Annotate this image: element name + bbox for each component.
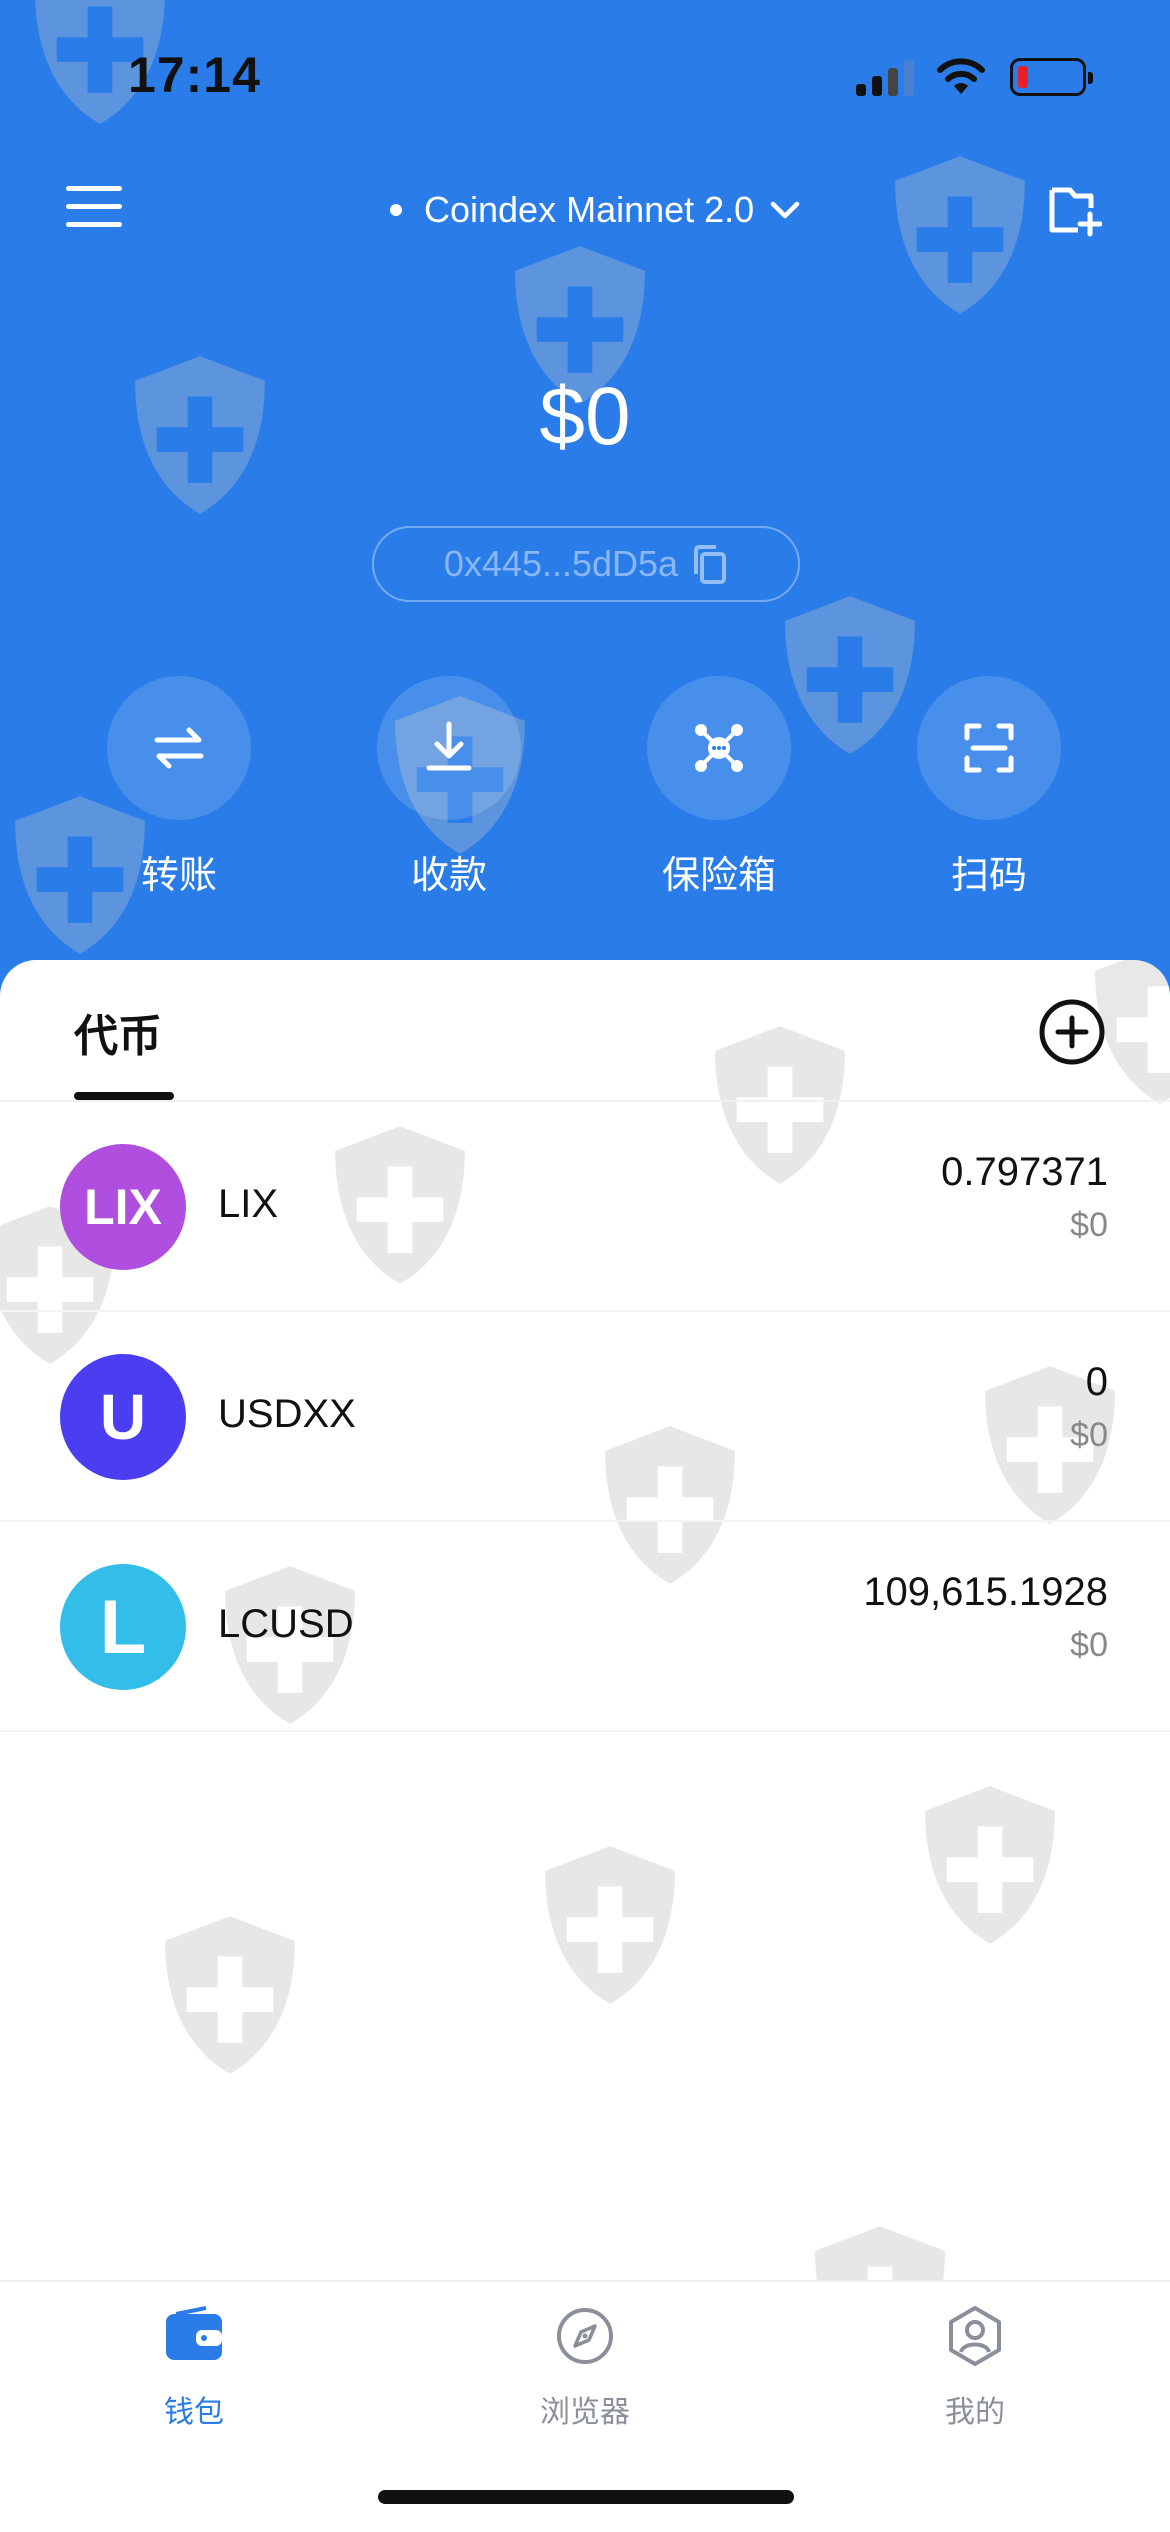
signal-icon	[856, 60, 916, 96]
watermark-shield-icon	[800, 2220, 960, 2280]
tab-tokens[interactable]: 代币	[74, 1000, 162, 1064]
receive-icon	[426, 721, 472, 771]
vault-label: 保险箱	[661, 855, 776, 897]
nav-wallet-label: 钱包	[164, 2396, 224, 2429]
lcusd-logo-icon: L	[60, 1564, 186, 1690]
watermark-shield-icon	[150, 1910, 310, 2080]
tab-active-indicator	[74, 1092, 174, 1100]
watermark-shield-icon	[910, 1780, 1070, 1950]
token-amount: 0.797371	[941, 1150, 1108, 1194]
token-usd-value: $0	[1070, 1206, 1108, 1244]
wallet-icon	[166, 2306, 222, 2360]
nav-profile[interactable]: 我的	[855, 2304, 1095, 2431]
profile-icon	[949, 2306, 1001, 2366]
token-panel: 代币 LIX LIX 0.797371 $0 U USDXX 0 $0 L LC…	[0, 960, 1170, 2280]
token-name: LIX	[218, 1182, 279, 1226]
vault-button[interactable]: 保险箱	[629, 676, 809, 899]
network-name: Coindex Mainnet 2.0	[424, 189, 755, 230]
menu-icon[interactable]	[66, 186, 122, 230]
quick-actions: 转账 收款 保险箱 扫码	[0, 676, 1170, 906]
status-bar: 17:14	[0, 0, 1170, 150]
token-amount: 0	[1085, 1360, 1108, 1404]
scan-button[interactable]: 扫码	[899, 676, 1079, 899]
transfer-label: 转账	[140, 855, 217, 897]
compass-icon	[557, 2308, 613, 2364]
nav-profile-label: 我的	[945, 2396, 1005, 2429]
watermark-shield-icon	[530, 1840, 690, 2010]
scan-icon	[964, 723, 1014, 773]
token-tabs: 代币	[0, 960, 1170, 1102]
vault-icon	[695, 724, 743, 772]
scan-label: 扫码	[950, 855, 1027, 897]
nav-wallet[interactable]: 钱包	[74, 2304, 314, 2431]
battery-icon	[1010, 58, 1093, 96]
token-name: LCUSD	[218, 1602, 354, 1646]
copy-icon[interactable]	[692, 544, 728, 584]
nav-browser-label: 浏览器	[540, 2396, 630, 2429]
token-row-lix[interactable]: LIX LIX 0.797371 $0	[0, 1102, 1170, 1312]
lix-logo-icon: LIX	[60, 1144, 186, 1270]
receive-label: 收款	[410, 855, 487, 897]
chevron-down-icon	[770, 201, 800, 219]
total-balance: $0	[539, 371, 631, 462]
watermark-shield-icon	[880, 150, 1040, 320]
usdxx-logo-icon: U	[60, 1354, 186, 1480]
wallet-address: 0x445...5dD5a	[443, 543, 679, 584]
token-amount: 109,615.1928	[863, 1570, 1108, 1614]
status-time: 17:14	[128, 47, 261, 103]
network-status-dot	[390, 204, 402, 216]
add-wallet-icon[interactable]	[1044, 180, 1103, 238]
network-selector[interactable]: Coindex Mainnet 2.0	[390, 180, 802, 240]
token-usd-value: $0	[1070, 1626, 1108, 1664]
home-indicator	[378, 2490, 794, 2504]
transfer-button[interactable]: 转账	[89, 676, 269, 899]
address-pill[interactable]: 0x445...5dD5a	[372, 526, 800, 602]
token-name: USDXX	[218, 1392, 356, 1436]
token-usd-value: $0	[1070, 1416, 1108, 1454]
nav-browser[interactable]: 浏览器	[465, 2304, 705, 2431]
transfer-icon	[154, 727, 204, 769]
add-token-icon[interactable]	[1038, 998, 1106, 1066]
token-row-lcusd[interactable]: L LCUSD 109,615.1928 $0	[0, 1522, 1170, 1732]
receive-button[interactable]: 收款	[359, 676, 539, 899]
token-row-usdxx[interactable]: U USDXX 0 $0	[0, 1312, 1170, 1522]
wallet-header: 17:14 Coindex Mainnet 2.0 $0 0x445...5dD…	[0, 0, 1170, 1000]
wifi-icon	[936, 56, 986, 96]
